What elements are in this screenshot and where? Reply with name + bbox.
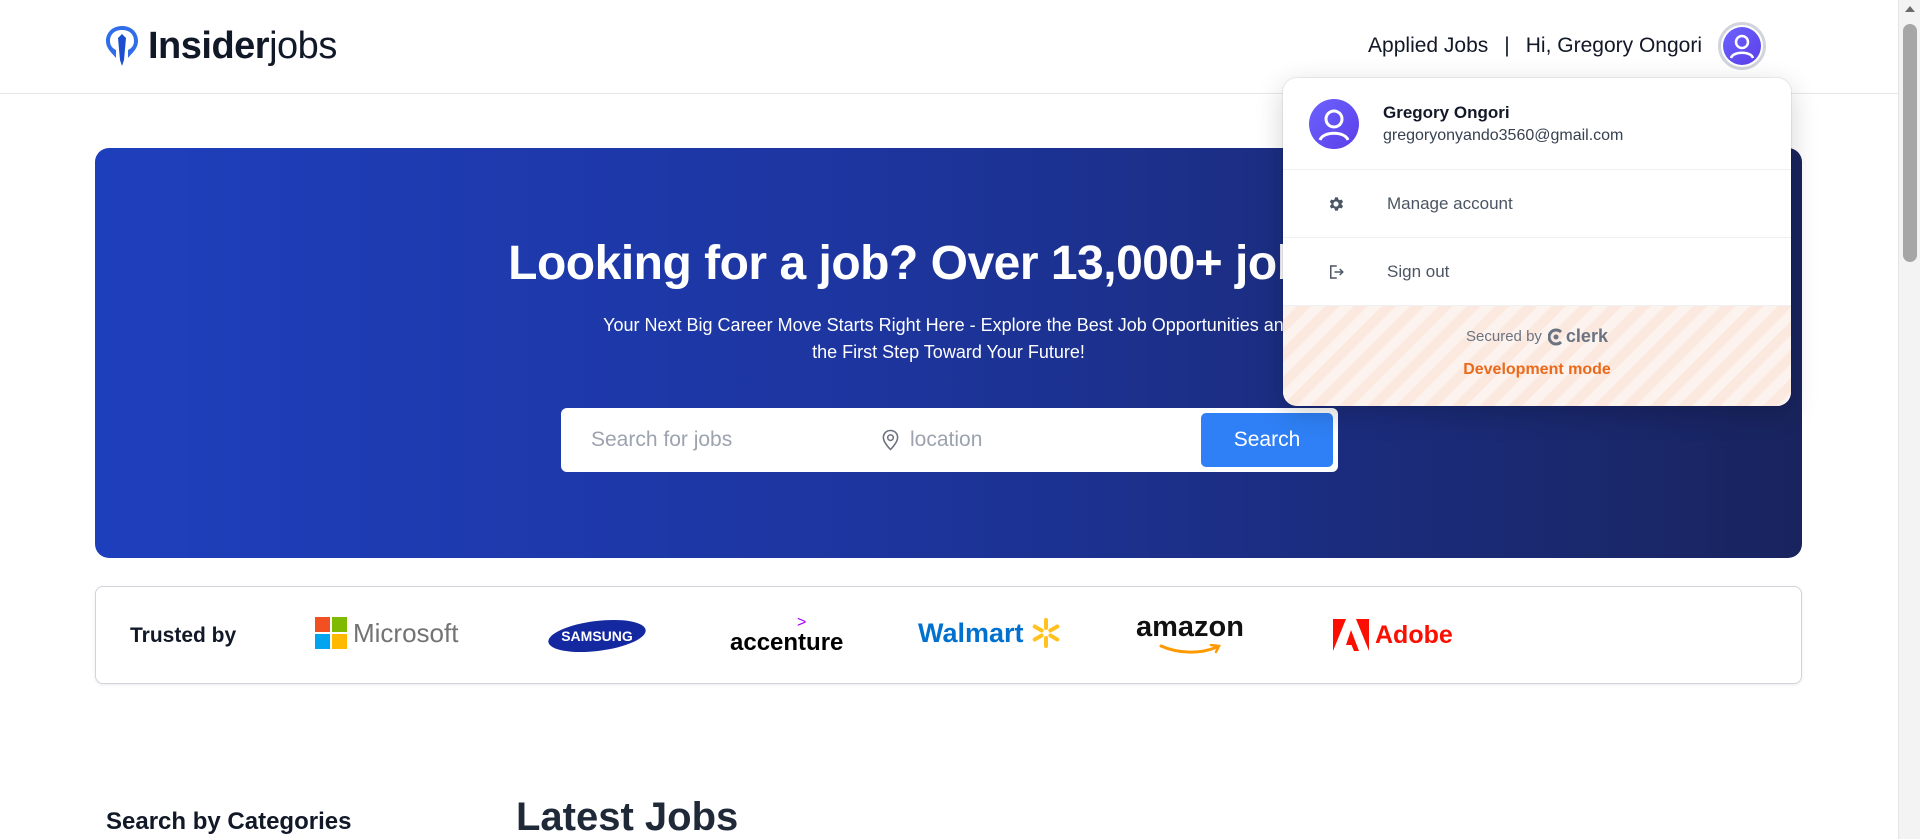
adobe-logo: Adobe bbox=[1333, 619, 1453, 651]
accenture-logo: > accenture bbox=[730, 614, 844, 657]
logo-icon bbox=[106, 26, 138, 66]
manage-account-item[interactable]: Manage account bbox=[1283, 170, 1791, 238]
trusted-by-bar: Trusted by Microsoft SAMSUNG > accenture… bbox=[95, 586, 1802, 684]
walmart-logo: Walmart bbox=[918, 617, 1062, 649]
search-button[interactable]: Search bbox=[1201, 413, 1333, 467]
job-search-field bbox=[561, 408, 862, 472]
walmart-spark-icon bbox=[1032, 618, 1059, 648]
accenture-chevron-icon: > bbox=[797, 614, 807, 631]
dropdown-user-email: gregoryonyando3560@gmail.com bbox=[1383, 126, 1624, 144]
adobe-a-icon bbox=[1333, 619, 1369, 651]
samsung-logo: SAMSUNG bbox=[547, 618, 647, 654]
samsung-ellipse-icon: SAMSUNG bbox=[548, 619, 646, 653]
applied-jobs-link[interactable]: Applied Jobs bbox=[1368, 34, 1488, 58]
user-menu-dropdown: Gregory Ongori gregoryonyando3560@gmail.… bbox=[1283, 78, 1791, 406]
job-search-bar: Search bbox=[561, 408, 1338, 472]
site-logo[interactable]: Insiderjobs bbox=[104, 24, 337, 68]
job-search-input[interactable] bbox=[591, 428, 862, 452]
amazon-smile-icon bbox=[1159, 644, 1221, 654]
amazon-logo: amazon bbox=[1136, 611, 1244, 654]
clerk-logo: clerk bbox=[1547, 326, 1608, 347]
microsoft-squares-icon bbox=[315, 617, 347, 649]
page-scrollbar[interactable] bbox=[1898, 0, 1920, 839]
gear-icon bbox=[1325, 193, 1347, 215]
scroll-up-arrow-icon[interactable] bbox=[1905, 6, 1915, 12]
sign-out-icon bbox=[1325, 261, 1347, 283]
categories-title: Search by Categories bbox=[106, 808, 352, 835]
secured-by-clerk: Secured by clerk bbox=[1466, 326, 1608, 347]
location-pin-icon bbox=[882, 429, 899, 451]
user-nav: Applied Jobs | Hi, Gregory Ongori bbox=[1368, 22, 1766, 70]
user-greeting: Hi, Gregory Ongori bbox=[1525, 34, 1702, 57]
manage-account-label: Manage account bbox=[1387, 193, 1513, 213]
sign-out-label: Sign out bbox=[1387, 261, 1450, 281]
trusted-by-label: Trusted by bbox=[130, 624, 237, 647]
microsoft-logo: Microsoft bbox=[315, 617, 458, 649]
latest-jobs-title: Latest Jobs bbox=[516, 795, 739, 839]
development-mode-label: Development mode bbox=[1463, 361, 1611, 378]
nav-separator: | bbox=[1504, 34, 1510, 57]
sign-out-item[interactable]: Sign out bbox=[1283, 238, 1791, 306]
dropdown-user-name: Gregory Ongori bbox=[1383, 102, 1510, 122]
clerk-footer: Secured by clerk Development mode bbox=[1283, 306, 1791, 406]
location-input[interactable] bbox=[910, 428, 1181, 452]
scrollbar-thumb[interactable] bbox=[1903, 24, 1917, 262]
svg-text:SAMSUNG: SAMSUNG bbox=[561, 628, 633, 644]
logo-text: Insiderjobs bbox=[148, 24, 337, 67]
avatar-icon bbox=[1723, 27, 1761, 65]
user-avatar-button[interactable] bbox=[1718, 22, 1766, 70]
location-field bbox=[861, 408, 1181, 472]
clerk-icon bbox=[1547, 328, 1562, 345]
dropdown-user-info: Gregory Ongori gregoryonyando3560@gmail.… bbox=[1283, 78, 1791, 170]
avatar-icon bbox=[1309, 98, 1359, 149]
